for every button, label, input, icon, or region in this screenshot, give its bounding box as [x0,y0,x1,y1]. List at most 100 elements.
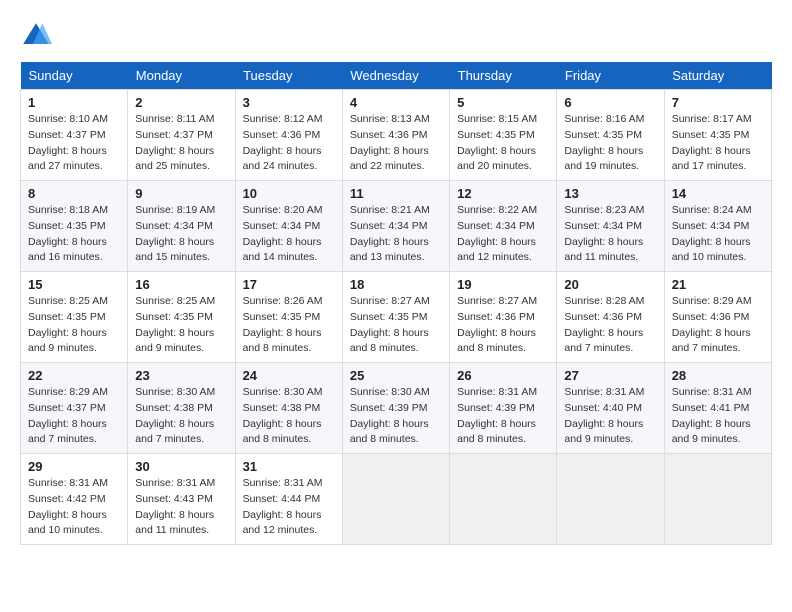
col-header-monday: Monday [128,62,235,90]
day-info: Sunrise: 8:26 AMSunset: 4:35 PMDaylight:… [243,294,335,357]
day-number: 9 [135,186,227,201]
calendar-cell: 31 Sunrise: 8:31 AMSunset: 4:44 PMDaylig… [235,454,342,545]
calendar-cell: 17 Sunrise: 8:26 AMSunset: 4:35 PMDaylig… [235,272,342,363]
calendar-cell: 27 Sunrise: 8:31 AMSunset: 4:40 PMDaylig… [557,363,664,454]
logo-icon [20,20,52,52]
calendar-cell: 3 Sunrise: 8:12 AMSunset: 4:36 PMDayligh… [235,90,342,181]
calendar-cell: 19 Sunrise: 8:27 AMSunset: 4:36 PMDaylig… [450,272,557,363]
calendar-cell: 28 Sunrise: 8:31 AMSunset: 4:41 PMDaylig… [664,363,771,454]
calendar-cell: 25 Sunrise: 8:30 AMSunset: 4:39 PMDaylig… [342,363,449,454]
col-header-thursday: Thursday [450,62,557,90]
day-info: Sunrise: 8:24 AMSunset: 4:34 PMDaylight:… [672,203,764,266]
day-number: 1 [28,95,120,110]
day-number: 2 [135,95,227,110]
day-number: 23 [135,368,227,383]
calendar-cell: 24 Sunrise: 8:30 AMSunset: 4:38 PMDaylig… [235,363,342,454]
day-info: Sunrise: 8:31 AMSunset: 4:42 PMDaylight:… [28,476,120,539]
calendar-cell: 6 Sunrise: 8:16 AMSunset: 4:35 PMDayligh… [557,90,664,181]
day-number: 16 [135,277,227,292]
day-info: Sunrise: 8:27 AMSunset: 4:36 PMDaylight:… [457,294,549,357]
day-number: 12 [457,186,549,201]
day-number: 29 [28,459,120,474]
calendar: SundayMondayTuesdayWednesdayThursdayFrid… [20,62,772,545]
calendar-cell [557,454,664,545]
calendar-cell: 5 Sunrise: 8:15 AMSunset: 4:35 PMDayligh… [450,90,557,181]
calendar-cell: 15 Sunrise: 8:25 AMSunset: 4:35 PMDaylig… [21,272,128,363]
calendar-row-2: 15 Sunrise: 8:25 AMSunset: 4:35 PMDaylig… [21,272,772,363]
day-number: 8 [28,186,120,201]
calendar-cell [450,454,557,545]
day-number: 11 [350,186,442,201]
calendar-cell: 13 Sunrise: 8:23 AMSunset: 4:34 PMDaylig… [557,181,664,272]
day-number: 20 [564,277,656,292]
calendar-cell: 26 Sunrise: 8:31 AMSunset: 4:39 PMDaylig… [450,363,557,454]
day-info: Sunrise: 8:30 AMSunset: 4:38 PMDaylight:… [135,385,227,448]
logo [20,20,56,52]
calendar-cell: 2 Sunrise: 8:11 AMSunset: 4:37 PMDayligh… [128,90,235,181]
calendar-cell: 23 Sunrise: 8:30 AMSunset: 4:38 PMDaylig… [128,363,235,454]
day-number: 10 [243,186,335,201]
day-info: Sunrise: 8:15 AMSunset: 4:35 PMDaylight:… [457,112,549,175]
col-header-wednesday: Wednesday [342,62,449,90]
col-header-sunday: Sunday [21,62,128,90]
day-number: 31 [243,459,335,474]
calendar-cell: 29 Sunrise: 8:31 AMSunset: 4:42 PMDaylig… [21,454,128,545]
day-info: Sunrise: 8:30 AMSunset: 4:39 PMDaylight:… [350,385,442,448]
day-info: Sunrise: 8:25 AMSunset: 4:35 PMDaylight:… [28,294,120,357]
col-header-saturday: Saturday [664,62,771,90]
calendar-row-0: 1 Sunrise: 8:10 AMSunset: 4:37 PMDayligh… [21,90,772,181]
day-info: Sunrise: 8:31 AMSunset: 4:41 PMDaylight:… [672,385,764,448]
day-number: 22 [28,368,120,383]
calendar-cell: 9 Sunrise: 8:19 AMSunset: 4:34 PMDayligh… [128,181,235,272]
calendar-cell: 10 Sunrise: 8:20 AMSunset: 4:34 PMDaylig… [235,181,342,272]
calendar-cell: 30 Sunrise: 8:31 AMSunset: 4:43 PMDaylig… [128,454,235,545]
day-info: Sunrise: 8:31 AMSunset: 4:44 PMDaylight:… [243,476,335,539]
day-info: Sunrise: 8:31 AMSunset: 4:40 PMDaylight:… [564,385,656,448]
col-header-tuesday: Tuesday [235,62,342,90]
calendar-cell: 21 Sunrise: 8:29 AMSunset: 4:36 PMDaylig… [664,272,771,363]
calendar-cell: 12 Sunrise: 8:22 AMSunset: 4:34 PMDaylig… [450,181,557,272]
calendar-cell: 22 Sunrise: 8:29 AMSunset: 4:37 PMDaylig… [21,363,128,454]
day-info: Sunrise: 8:22 AMSunset: 4:34 PMDaylight:… [457,203,549,266]
calendar-cell: 1 Sunrise: 8:10 AMSunset: 4:37 PMDayligh… [21,90,128,181]
calendar-cell [342,454,449,545]
day-info: Sunrise: 8:10 AMSunset: 4:37 PMDaylight:… [28,112,120,175]
day-info: Sunrise: 8:11 AMSunset: 4:37 PMDaylight:… [135,112,227,175]
calendar-cell: 7 Sunrise: 8:17 AMSunset: 4:35 PMDayligh… [664,90,771,181]
day-number: 15 [28,277,120,292]
day-info: Sunrise: 8:30 AMSunset: 4:38 PMDaylight:… [243,385,335,448]
calendar-cell: 20 Sunrise: 8:28 AMSunset: 4:36 PMDaylig… [557,272,664,363]
day-info: Sunrise: 8:20 AMSunset: 4:34 PMDaylight:… [243,203,335,266]
day-number: 25 [350,368,442,383]
day-number: 6 [564,95,656,110]
day-number: 7 [672,95,764,110]
day-number: 18 [350,277,442,292]
day-info: Sunrise: 8:28 AMSunset: 4:36 PMDaylight:… [564,294,656,357]
day-info: Sunrise: 8:27 AMSunset: 4:35 PMDaylight:… [350,294,442,357]
day-number: 14 [672,186,764,201]
day-info: Sunrise: 8:19 AMSunset: 4:34 PMDaylight:… [135,203,227,266]
day-info: Sunrise: 8:25 AMSunset: 4:35 PMDaylight:… [135,294,227,357]
day-number: 17 [243,277,335,292]
day-info: Sunrise: 8:13 AMSunset: 4:36 PMDaylight:… [350,112,442,175]
day-number: 4 [350,95,442,110]
day-number: 19 [457,277,549,292]
col-header-friday: Friday [557,62,664,90]
day-number: 26 [457,368,549,383]
day-info: Sunrise: 8:21 AMSunset: 4:34 PMDaylight:… [350,203,442,266]
day-info: Sunrise: 8:16 AMSunset: 4:35 PMDaylight:… [564,112,656,175]
calendar-cell: 16 Sunrise: 8:25 AMSunset: 4:35 PMDaylig… [128,272,235,363]
calendar-cell: 11 Sunrise: 8:21 AMSunset: 4:34 PMDaylig… [342,181,449,272]
day-number: 30 [135,459,227,474]
day-info: Sunrise: 8:29 AMSunset: 4:37 PMDaylight:… [28,385,120,448]
day-number: 27 [564,368,656,383]
calendar-row-1: 8 Sunrise: 8:18 AMSunset: 4:35 PMDayligh… [21,181,772,272]
calendar-cell: 4 Sunrise: 8:13 AMSunset: 4:36 PMDayligh… [342,90,449,181]
calendar-header-row: SundayMondayTuesdayWednesdayThursdayFrid… [21,62,772,90]
calendar-row-3: 22 Sunrise: 8:29 AMSunset: 4:37 PMDaylig… [21,363,772,454]
calendar-row-4: 29 Sunrise: 8:31 AMSunset: 4:42 PMDaylig… [21,454,772,545]
day-number: 13 [564,186,656,201]
day-number: 5 [457,95,549,110]
day-info: Sunrise: 8:12 AMSunset: 4:36 PMDaylight:… [243,112,335,175]
day-number: 24 [243,368,335,383]
